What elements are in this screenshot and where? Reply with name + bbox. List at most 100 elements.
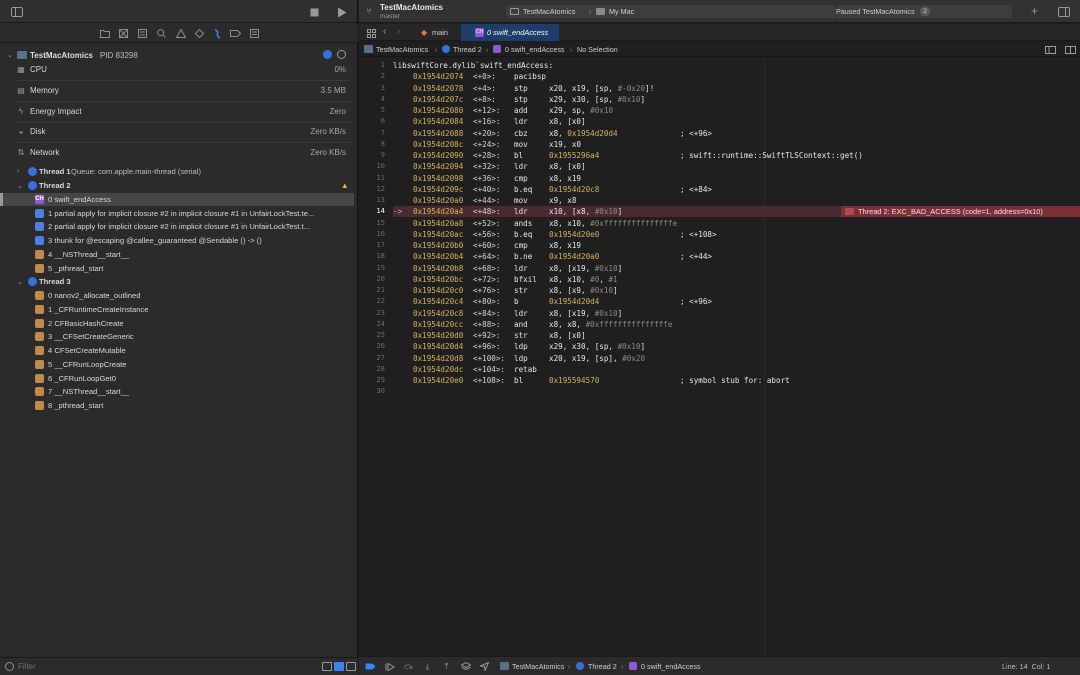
jump-crumb-project[interactable]: TestMacAtomics [376, 45, 428, 54]
step-out-icon[interactable]: ⤒ [440, 660, 453, 673]
instruction-line[interactable]: 0x1954d20d8 <+100>: ldp x20, x19, [sp], #0x… [393, 353, 1080, 364]
add-icon[interactable]: + [1031, 4, 1038, 18]
instruction-line[interactable]: 0x1954d2080 <+12>: add x29, sp, #0x10 [393, 105, 1080, 116]
instruction-line[interactable]: 0x1954d20a8 <+52>: ands x8, x10, #0xfffffff… [393, 218, 1080, 229]
instruction-line[interactable]: 0x1954d20e0 <+108>: bl 0x195594570 ; symbol … [393, 375, 1080, 386]
sidebar-toggle-icon[interactable] [9, 4, 25, 20]
location-icon[interactable] [478, 660, 491, 673]
gauge-energy-impact[interactable]: ϟ Energy Impact Zero [0, 101, 358, 121]
instruction-line[interactable]: 0x1954d2078 <+4>: stp x20, x19, [sp, #-0x20… [393, 83, 1080, 94]
instruction-line[interactable]: 0x1954d20cc <+88>: and x8, x8, #0xfffffffff… [393, 319, 1080, 330]
stack-frame-row[interactable]: 3 __CFSetCreateGeneric [0, 330, 354, 344]
instruction-line[interactable]: 0x1954d20c0 <+76>: str x8, [x9, #0x10] [393, 285, 1080, 296]
stack-frame-row[interactable]: 0 nanov2_allocate_outlined [0, 289, 354, 303]
debug-crumb-frame[interactable]: 0 swift_endAccess [641, 662, 701, 671]
instruction-line[interactable]: 0x1954d2094 <+32>: ldr x8, [x0] [393, 161, 1080, 172]
forward-arrow-icon[interactable]: › [397, 26, 400, 37]
scheme-selector[interactable]: TestMacAtomics [523, 7, 575, 16]
stack-frame-row[interactable]: 2 partial apply for implicit closure #2 … [0, 220, 354, 234]
step-into-icon[interactable]: ⤓ [421, 660, 434, 673]
status-count-badge[interactable]: 2 [920, 7, 930, 16]
process-info-icon[interactable] [323, 50, 332, 59]
gauge-network[interactable]: ⇅ Network Zero KB/s [0, 142, 358, 162]
destination-selector[interactable]: My Mac [609, 7, 634, 16]
jump-crumb-selection[interactable]: No Selection [577, 45, 618, 54]
instruction-line[interactable]: 0x1954d20a0 <+44>: mov x9, x8 [393, 195, 1080, 206]
thread-row[interactable]: ⌄ Thread 3 [0, 275, 354, 289]
instruction-line[interactable]: 0x1954d20ac <+56>: b.eq 0x1954d20e0 ; <+108> [393, 229, 1080, 240]
instruction-line[interactable]: 0x1954d20dc <+104>: retab [393, 364, 1080, 375]
grid-icon[interactable] [363, 25, 379, 41]
report-navigator-icon[interactable] [248, 27, 261, 40]
stack-frame-row[interactable]: 4 CFSetCreateMutable [0, 344, 354, 358]
stack-frame-row[interactable]: CH 0 swift_endAccess [0, 192, 354, 207]
stack-frame-row[interactable]: 4 __NSThread__start__ [0, 248, 354, 262]
gauge-cpu[interactable]: ▦ CPU 0% [0, 59, 358, 79]
instruction-line[interactable]: 0x1954d2098 <+36>: cmp x8, x19 [393, 173, 1080, 184]
continue-icon[interactable] [383, 660, 396, 673]
stack-frame-row[interactable]: 5 __CFRunLoopCreate [0, 358, 354, 372]
filter-input[interactable]: Filter [18, 662, 36, 671]
stop-icon[interactable] [306, 4, 322, 20]
process-options-icon[interactable] [337, 50, 346, 59]
instruction-line[interactable]: 0x1954d20d0 <+92>: str x8, [x0] [393, 330, 1080, 341]
instruction-line[interactable]: 0x1954d2084 <+16>: ldr x8, [x0] [393, 116, 1080, 127]
debug-navigator-icon[interactable] [211, 27, 224, 40]
step-over-icon[interactable]: ⤼ [402, 660, 415, 673]
chevron-down-icon[interactable]: ⌄ [17, 182, 23, 190]
test-navigator-icon[interactable] [193, 27, 206, 40]
code-editor[interactable]: 1 2 3 4 5 6 7 8 9 10 11 12 13 14 15 16 17 18 19 20 21 22 23 24 2… [359, 58, 1080, 656]
jump-crumb-frame[interactable]: 0 swift_endAccess [505, 45, 565, 54]
instruction-line[interactable]: 0x1954d20d4 <+96>: ldp x29, x30, [sp, #0x10… [393, 341, 1080, 352]
inspector-toggle-icon[interactable] [1056, 4, 1072, 20]
instruction-line[interactable]: 0x1954d20b0 <+60>: cmp x8, x19 [393, 240, 1080, 251]
tab-swift-endaccess[interactable]: CH 0 swift_endAccess [461, 24, 559, 41]
issue-navigator-icon[interactable] [174, 27, 187, 40]
thread-row[interactable]: › Thread 1 Queue: com.apple.main-thread (s… [0, 165, 354, 179]
run-icon[interactable] [334, 4, 350, 20]
back-arrow-icon[interactable]: ‹ [383, 26, 386, 37]
breakpoint-navigator-icon[interactable] [229, 27, 242, 40]
stack-frame-row[interactable]: 2 CFBasicHashCreate [0, 316, 354, 330]
tab-main[interactable]: ◆ main [414, 24, 460, 41]
instruction-line[interactable]: 0x1954d20c4 <+80>: b 0x1954d20d4 ; <+96> [393, 296, 1080, 307]
stack-frame-row[interactable]: 5 _pthread_start [0, 261, 354, 275]
jump-crumb-thread[interactable]: Thread 2 [453, 45, 482, 54]
instruction-line[interactable]: 0x1954d2090 <+28>: bl 0x1955296a4 ; swift::r… [393, 150, 1080, 161]
instruction-line[interactable]: 0x1954d2088 <+20>: cbz x8, 0x1954d20d4 ; <+9… [393, 128, 1080, 139]
stack-frame-row[interactable]: 3 thunk for @escaping @callee_guaranteed… [0, 234, 354, 248]
view-hierarchy-icon[interactable] [459, 660, 472, 673]
instruction-line[interactable]: 0x1954d20b4 <+64>: b.ne 0x1954d20a0 ; <+44> [393, 251, 1080, 262]
instruction-line[interactable]: 0x1954d208c <+24>: mov x19, x0 [393, 139, 1080, 150]
stack-frame-row[interactable]: 7 __NSThread__start__ [0, 385, 354, 399]
chevron-right-icon[interactable]: › [17, 168, 19, 175]
breakpoints-toggle-icon[interactable] [364, 660, 377, 673]
instruction-line[interactable]: 0x1954d2074 <+0>: pacibsp [393, 71, 1080, 82]
filter-active-icon[interactable] [334, 662, 344, 671]
stack-frame-row[interactable]: 1 partial apply for implicit closure #2 … [0, 206, 354, 220]
project-navigator-icon[interactable] [98, 27, 111, 40]
symbol-navigator-icon[interactable] [136, 27, 149, 40]
debug-crumb-thread[interactable]: Thread 2 [588, 662, 617, 671]
debug-crumb-project[interactable]: TestMacAtomics [512, 662, 564, 671]
instruction-line[interactable]: 0x1954d20bc <+72>: bfxil x8, x10, #0, #1 [393, 274, 1080, 285]
editor-options-icon[interactable] [1042, 42, 1058, 58]
instruction-line[interactable]: 0x1954d207c <+8>: stp x29, x30, [sp, #0x10] [393, 94, 1080, 105]
chevron-down-icon[interactable]: ⌄ [7, 51, 13, 59]
gauge-memory[interactable]: ▤ Memory 3.5 MB [0, 80, 358, 100]
stack-frame-row[interactable]: 8 _pthread_start [0, 399, 354, 413]
instruction-line[interactable]: 0x1954d20c8 <+84>: ldr x8, [x19, #0x10] [393, 308, 1080, 319]
instruction-line[interactable]: 0x1954d20b8 <+68>: ldr x8, [x19, #0x10] [393, 263, 1080, 274]
find-navigator-icon[interactable] [155, 27, 168, 40]
thread-row[interactable]: ⌄ Thread 2 ▲ [0, 179, 354, 193]
split-editor-icon[interactable] [1062, 42, 1078, 58]
gauge-disk[interactable]: ◒ Disk Zero KB/s [0, 121, 358, 141]
source-control-navigator-icon[interactable] [117, 27, 130, 40]
chevron-down-icon[interactable]: ⌄ [17, 278, 23, 286]
filter-options-icon[interactable] [346, 662, 356, 671]
filter-crashed-icon[interactable] [322, 662, 332, 671]
stack-frame-row[interactable]: 1 _CFRuntimeCreateInstance [0, 303, 354, 317]
error-annotation[interactable]: Thread 2: EXC_BAD_ACCESS (code=1, addres… [841, 206, 1080, 218]
stack-frame-row[interactable]: 6 _CFRunLoopGet0 [0, 371, 354, 385]
instruction-line[interactable]: 0x1954d209c <+40>: b.eq 0x1954d20c8 ; <+84> [393, 184, 1080, 195]
